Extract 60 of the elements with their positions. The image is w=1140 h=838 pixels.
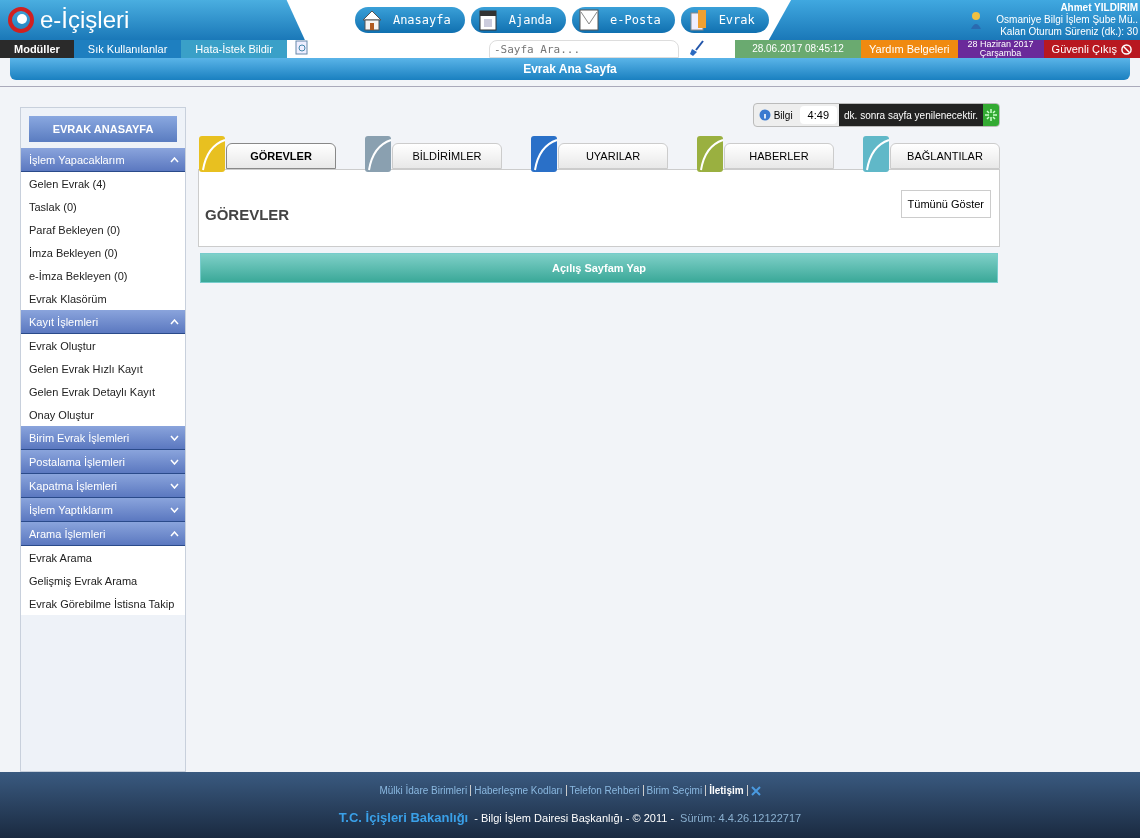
nav-button[interactable]: Evrak	[680, 7, 769, 33]
footer-link[interactable]: Mülki İdare Birimleri	[379, 785, 468, 796]
chevron-down-icon	[170, 458, 179, 465]
chevron-down-icon	[170, 506, 179, 513]
sidebar-item[interactable]: İmza Bekleyen (0)	[21, 241, 185, 264]
footer-link[interactable]: Haberleşme Kodları	[474, 785, 563, 796]
sidebar-title: EVRAK ANASAYFA	[29, 116, 177, 142]
sidebar-item[interactable]: Gelişmiş Evrak Arama	[21, 569, 185, 592]
envelope-icon	[578, 8, 601, 32]
session-time: Kalan Oturum Süreniz (dk.): 30	[1000, 26, 1138, 38]
nav-button[interactable]: e-Posta	[572, 7, 675, 33]
chevron-up-icon	[170, 318, 179, 325]
close-icon[interactable]	[750, 785, 761, 796]
page-title: Evrak Ana Sayfa	[10, 58, 1130, 80]
app-logo: e-İçişleri	[40, 6, 130, 34]
footer-link[interactable]: Birim Seçimi	[646, 785, 703, 796]
calendar-icon	[476, 8, 499, 32]
sidebar-item[interactable]: Gelen Evrak Detaylı Kayıt	[21, 380, 185, 403]
chevron-up-icon	[170, 530, 179, 537]
forbidden-icon	[1121, 43, 1132, 55]
logout-button[interactable]: Güvenli Çıkış	[1043, 40, 1140, 58]
menu-tab[interactable]: Sık Kullanılanlar	[73, 40, 182, 58]
refresh-message: dk. sonra sayfa yenilenecektir.	[839, 104, 983, 126]
show-all-button[interactable]: Tümünü Göster	[900, 190, 991, 218]
calendar-date: 28 Haziran 2017 Çarşamba	[957, 40, 1044, 58]
broom-icon[interactable]	[689, 40, 705, 56]
nav-button[interactable]: Anasayfa	[354, 7, 465, 33]
sidebar-item[interactable]: Onay Oluştur	[21, 403, 185, 426]
countdown: 4:49	[799, 106, 838, 124]
sidebar-item[interactable]: Gelen Evrak (4)	[21, 172, 185, 195]
department-text: - Bilgi İşlem Dairesi Başkanlığı - © 2011 -	[474, 811, 675, 824]
footer-link[interactable]: İletişim	[709, 785, 744, 796]
info-label: Bilgi	[753, 109, 798, 121]
version-text: Sürüm: 4.4.26.12122717	[680, 811, 802, 824]
sidebar-item[interactable]: Evrak Oluştur	[21, 334, 185, 357]
sidebar-item[interactable]: Evrak Görebilme İstisna Takip	[21, 592, 185, 615]
logo-icon	[8, 5, 34, 35]
house-icon	[360, 8, 383, 32]
search-field[interactable]: -Sayfa Ara...	[489, 40, 679, 58]
panel-heading: GÖREVLER	[205, 206, 290, 225]
sidebar-item[interactable]: Evrak Klasörüm	[21, 287, 185, 310]
menu-tab[interactable]: Modüller	[0, 40, 74, 58]
chevron-down-icon	[170, 482, 179, 489]
sidebar-item[interactable]: Gelen Evrak Hızlı Kayıt	[21, 357, 185, 380]
add-page-icon[interactable]	[295, 40, 309, 56]
chevron-down-icon	[170, 434, 179, 441]
nav-button[interactable]: Ajanda	[470, 7, 567, 33]
user-unit: Osmaniye Bilgi İşlem Şube Mü..	[996, 14, 1138, 26]
user-name: Ahmet YILDIRIM	[1060, 2, 1138, 13]
sidebar-item[interactable]: Taslak (0)	[21, 195, 185, 218]
org-name: T.C. İçişleri Bakanlığı	[338, 810, 469, 825]
sidebar-item[interactable]: e-İmza Bekleyen (0)	[21, 264, 185, 287]
chevron-up-icon	[170, 156, 179, 163]
footer-link[interactable]: Telefon Rehberi	[569, 785, 640, 796]
sidebar-item[interactable]: Paraf Bekleyen (0)	[21, 218, 185, 241]
date-time: 28.06.2017 08:45:12	[735, 40, 862, 58]
refresh-icon[interactable]	[985, 109, 997, 121]
user-icon	[970, 11, 983, 29]
sidebar-item[interactable]: Evrak Arama	[21, 546, 185, 569]
info-icon	[758, 109, 771, 121]
